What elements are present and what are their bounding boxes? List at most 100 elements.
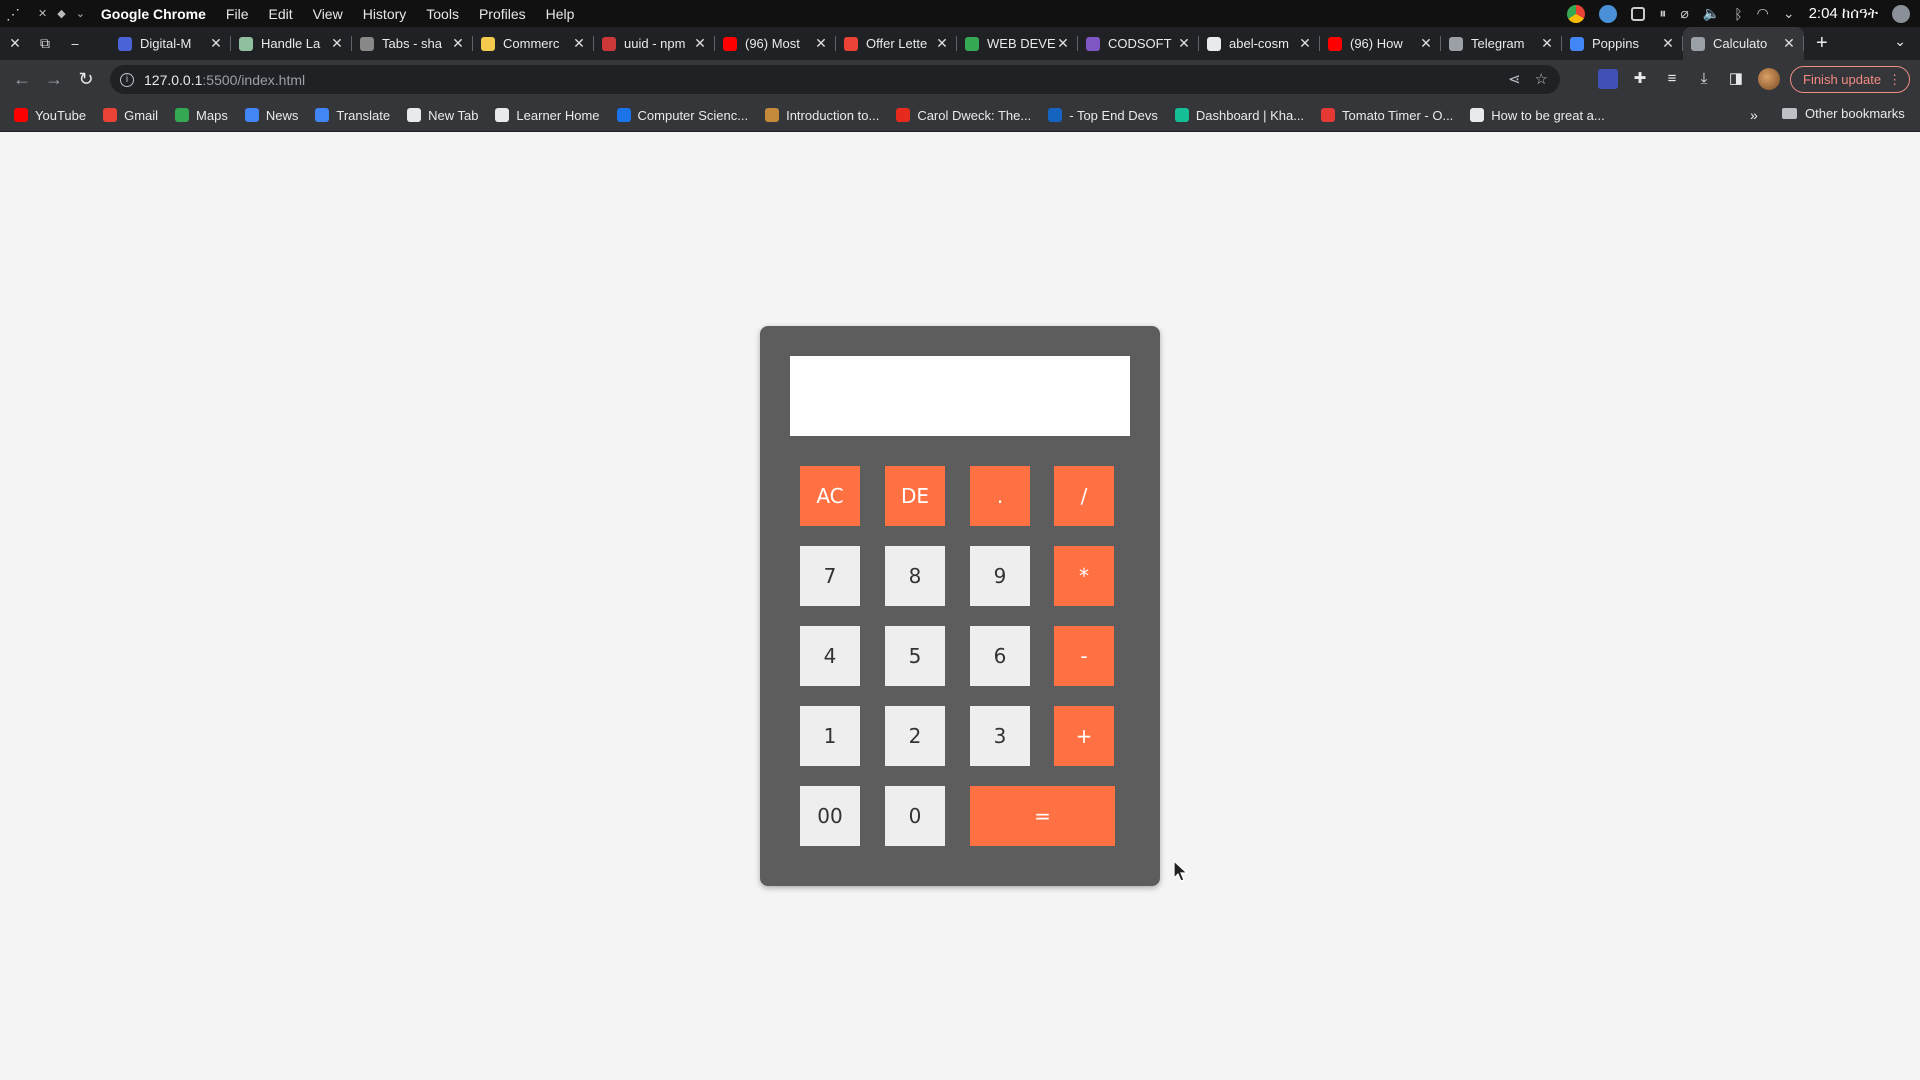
new-tab-button[interactable]: + bbox=[1816, 32, 1828, 55]
menu-edit[interactable]: Edit bbox=[268, 6, 292, 22]
clipboard-icon[interactable] bbox=[1631, 6, 1646, 21]
volume-icon[interactable]: 🔈 bbox=[1703, 5, 1720, 22]
back-icon[interactable]: ← bbox=[6, 69, 38, 90]
profile-avatar[interactable] bbox=[1758, 68, 1780, 90]
bookmark-item[interactable]: Dashboard | Kha... bbox=[1174, 108, 1304, 123]
bookmark-item[interactable]: New Tab bbox=[407, 108, 478, 123]
tab-close-icon[interactable]: ✕ bbox=[1661, 35, 1675, 52]
bookmark-item[interactable]: YouTube bbox=[14, 108, 86, 123]
tab-close-icon[interactable]: ✕ bbox=[572, 35, 586, 52]
tab-close-icon[interactable]: ✕ bbox=[693, 35, 707, 52]
menu-tools[interactable]: Tools bbox=[426, 6, 459, 22]
browser-tab[interactable]: Offer Lette ✕ bbox=[836, 27, 957, 60]
forward-icon[interactable]: → bbox=[38, 69, 70, 90]
side-panel-icon[interactable]: ◨ bbox=[1726, 69, 1746, 89]
chevron-down-icon[interactable]: ⌄ bbox=[76, 7, 85, 20]
key-subtract-button[interactable]: - bbox=[1054, 626, 1114, 686]
tab-close-icon[interactable]: ✕ bbox=[935, 35, 949, 52]
other-bookmarks[interactable]: Other bookmarks bbox=[1782, 106, 1905, 121]
bluetooth-icon[interactable]: ᛒ bbox=[1734, 6, 1742, 22]
download-icon[interactable]: ⤓ bbox=[1694, 69, 1714, 89]
bookmark-item[interactable]: How to be great a... bbox=[1470, 108, 1605, 123]
finish-update-button[interactable]: Finish update ⋮ bbox=[1790, 66, 1911, 93]
site-info-icon[interactable]: i bbox=[120, 72, 134, 87]
menu-file[interactable]: File bbox=[226, 6, 249, 22]
key-00-button[interactable]: 00 bbox=[800, 786, 860, 846]
key-4-button[interactable]: 4 bbox=[800, 626, 860, 686]
tab-close-icon[interactable]: ✕ bbox=[1782, 35, 1796, 52]
tab-close-icon[interactable]: ✕ bbox=[1056, 35, 1070, 52]
activities-icon[interactable]: ⋰ bbox=[6, 6, 22, 22]
tab-close-icon[interactable]: ✕ bbox=[209, 35, 223, 52]
close-window-icon[interactable]: ✕ bbox=[0, 35, 30, 52]
user-avatar-icon[interactable] bbox=[1892, 4, 1910, 23]
key-multiply-button[interactable]: * bbox=[1054, 546, 1114, 606]
key-2-button[interactable]: 2 bbox=[885, 706, 945, 766]
pause-icon[interactable]: ⏸ bbox=[1659, 5, 1666, 22]
address-bar[interactable]: i 127.0.0.1:5500/index.html ⋖ ☆ bbox=[110, 65, 1560, 94]
browser-tab[interactable]: Digital-M ✕ bbox=[110, 27, 231, 60]
tab-close-icon[interactable]: ✕ bbox=[1298, 35, 1312, 52]
reload-icon[interactable]: ↻ bbox=[70, 69, 102, 90]
browser-tab[interactable]: (96) Most ✕ bbox=[715, 27, 836, 60]
key-9-button[interactable]: 9 bbox=[970, 546, 1030, 606]
key-7-button[interactable]: 7 bbox=[800, 546, 860, 606]
browser-tab[interactable]: Poppins ✕ bbox=[1562, 27, 1683, 60]
bookmarks-overflow-icon[interactable]: » bbox=[1750, 107, 1758, 123]
minimize-window-icon[interactable]: ⎯ bbox=[60, 35, 90, 52]
tab-close-icon[interactable]: ✕ bbox=[1540, 35, 1554, 52]
extension-icon[interactable] bbox=[1598, 69, 1618, 89]
browser-tab[interactable]: abel-cosm ✕ bbox=[1199, 27, 1320, 60]
tab-close-icon[interactable]: ✕ bbox=[1419, 35, 1433, 52]
bookmark-item[interactable]: Gmail bbox=[103, 108, 158, 123]
app-name[interactable]: Google Chrome bbox=[101, 6, 206, 22]
menu-history[interactable]: History bbox=[363, 6, 407, 22]
menu-profiles[interactable]: Profiles bbox=[479, 6, 526, 22]
app-tray-icon[interactable] bbox=[1599, 4, 1618, 23]
browser-tab[interactable]: uuid - npm ✕ bbox=[594, 27, 715, 60]
key-equals-button[interactable]: = bbox=[970, 786, 1115, 846]
key-clear-all-button[interactable]: AC bbox=[800, 466, 860, 526]
key-5-button[interactable]: 5 bbox=[885, 626, 945, 686]
more-vert-icon[interactable]: ⋮ bbox=[1888, 67, 1901, 92]
puzzle-icon[interactable]: ✚ bbox=[1630, 69, 1650, 89]
bookmark-item[interactable]: Computer Scienc... bbox=[616, 108, 748, 123]
browser-tab[interactable]: Calculato ✕ bbox=[1683, 27, 1804, 60]
clock[interactable]: 2:04 ከሰዓት bbox=[1809, 5, 1878, 22]
key-add-button[interactable]: + bbox=[1054, 706, 1114, 766]
key-6-button[interactable]: 6 bbox=[970, 626, 1030, 686]
browser-tab[interactable]: WEB DEVE ✕ bbox=[957, 27, 1078, 60]
bookmark-item[interactable]: Learner Home bbox=[495, 108, 600, 123]
key-3-button[interactable]: 3 bbox=[970, 706, 1030, 766]
menu-view[interactable]: View bbox=[313, 6, 343, 22]
minimize-icon[interactable]: ◆ bbox=[57, 7, 65, 20]
browser-tab[interactable]: Handle La ✕ bbox=[231, 27, 352, 60]
chrome-icon[interactable] bbox=[1567, 4, 1586, 23]
calculator-display[interactable] bbox=[790, 356, 1130, 436]
bookmark-item[interactable]: Maps bbox=[175, 108, 228, 123]
bookmark-item[interactable]: Carol Dweck: The... bbox=[896, 108, 1031, 123]
tab-close-icon[interactable]: ✕ bbox=[451, 35, 465, 52]
wifi-icon[interactable]: ◠ bbox=[1757, 5, 1769, 22]
tab-close-icon[interactable]: ✕ bbox=[330, 35, 344, 52]
key-0-button[interactable]: 0 bbox=[885, 786, 945, 846]
key-decimal-button[interactable]: . bbox=[970, 466, 1030, 526]
tab-search-icon[interactable]: ⌄ bbox=[1894, 33, 1906, 50]
key-8-button[interactable]: 8 bbox=[885, 546, 945, 606]
bookmark-item[interactable]: Introduction to... bbox=[765, 108, 879, 123]
tab-close-icon[interactable]: ✕ bbox=[1177, 35, 1191, 52]
key-1-button[interactable]: 1 bbox=[800, 706, 860, 766]
bookmark-star-icon[interactable]: ☆ bbox=[1535, 70, 1548, 88]
key-divide-button[interactable]: / bbox=[1054, 466, 1114, 526]
close-icon[interactable]: ✕ bbox=[38, 7, 47, 20]
bookmark-item[interactable]: Tomato Timer - O... bbox=[1321, 108, 1453, 123]
browser-tab[interactable]: Telegram ✕ bbox=[1441, 27, 1562, 60]
share-icon[interactable]: ⋖ bbox=[1508, 70, 1521, 88]
bookmark-item[interactable]: - Top End Devs bbox=[1048, 108, 1158, 123]
restore-window-icon[interactable]: ⧉ bbox=[30, 35, 60, 52]
bookmark-item[interactable]: News bbox=[244, 108, 298, 123]
bookmark-item[interactable]: Translate bbox=[315, 108, 390, 123]
chevron-down-icon[interactable]: ⌄ bbox=[1783, 5, 1795, 22]
menu-help[interactable]: Help bbox=[546, 6, 575, 22]
browser-tab[interactable]: Commerc ✕ bbox=[473, 27, 594, 60]
